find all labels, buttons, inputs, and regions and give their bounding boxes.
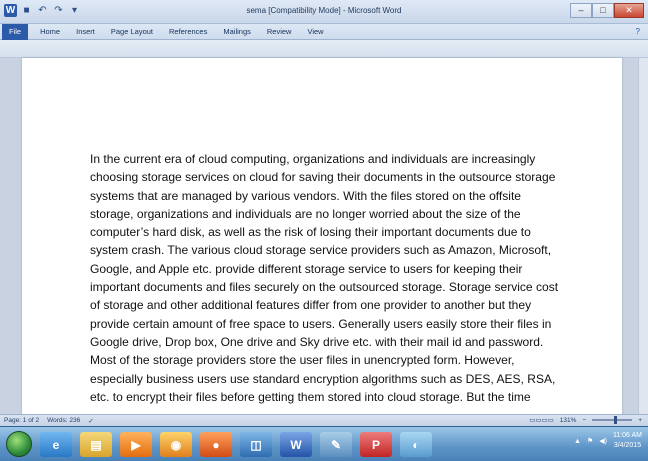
window-controls: – □ ✕ — [570, 3, 644, 18]
powerpoint-icon[interactable]: P — [360, 432, 392, 457]
internet-explorer-icon[interactable]: e — [40, 432, 72, 457]
media-player-icon[interactable]: ▶ — [120, 432, 152, 457]
tab-file[interactable]: File — [2, 24, 29, 40]
tab-review[interactable]: Review — [259, 24, 300, 40]
document-line: etc. to encrypt their files before getti… — [90, 389, 531, 404]
proofing-icon[interactable]: ✓ — [88, 417, 93, 425]
document-workspace: In the current era of cloud computing, o… — [0, 58, 648, 418]
vertical-scrollbar[interactable] — [638, 58, 648, 414]
minimize-button[interactable]: – — [570, 3, 592, 18]
close-button[interactable]: ✕ — [614, 3, 644, 18]
document-line: Most of the storage providers store the … — [90, 353, 515, 368]
page-count[interactable]: Page: 1 of 2 — [4, 417, 39, 425]
document-line: especially business users use standard e… — [90, 371, 556, 386]
flag-icon[interactable]: ⚑ — [587, 437, 593, 445]
clock-date: 3/4/2015 — [613, 442, 642, 449]
title-bar: W ■ ↶ ↷ ▾ sema [Compatibility Mode] - Mi… — [0, 0, 648, 24]
document-line: system crash. The various cloud storage … — [90, 243, 552, 258]
start-button[interactable] — [6, 431, 32, 457]
ribbon-tabs: File Home Insert Page Layout References … — [0, 24, 648, 40]
maximize-button[interactable]: □ — [592, 3, 614, 18]
tab-references[interactable]: References — [161, 24, 215, 40]
tab-view[interactable]: View — [299, 24, 331, 40]
paint-icon[interactable]: ✎ — [320, 432, 352, 457]
chrome-icon[interactable]: ◉ — [160, 432, 192, 457]
volume-icon[interactable]: ◀) — [599, 437, 607, 445]
document-line: In the current era of cloud computing, o… — [90, 152, 536, 166]
document-body[interactable]: In the current era of cloud computing, o… — [90, 150, 596, 406]
document-line: storage, organizations and individuals a… — [90, 206, 521, 221]
document-line: systems that are managed by various vend… — [90, 188, 522, 203]
network-icon[interactable]: ◫ — [240, 432, 272, 457]
document-page[interactable]: In the current era of cloud computing, o… — [22, 58, 622, 418]
zoom-slider[interactable] — [592, 416, 633, 424]
status-bar: Page: 1 of 2 Words: 236 ✓ ▭▭▭▭ 131% − + — [0, 414, 648, 426]
file-explorer-icon[interactable]: ▤ — [80, 432, 112, 457]
tray-arrow-icon[interactable]: ▲ — [574, 438, 581, 445]
document-line: choosing storage services on cloud for s… — [90, 170, 556, 185]
document-line: Google, and Apple etc. provide different… — [90, 261, 523, 276]
window-title: sema [Compatibility Mode] - Microsoft Wo… — [246, 6, 402, 15]
system-tray: ▲ ⚑ ◀) 11:06 AM 3/4/2015 — [574, 431, 642, 451]
zoom-out-icon[interactable]: − — [582, 417, 586, 424]
help-icon[interactable]: ? — [636, 27, 640, 36]
zoom-slider-thumb[interactable] — [614, 416, 618, 424]
app-icon[interactable]: ◐ — [400, 432, 432, 457]
document-line: of storage and other additional features… — [90, 298, 532, 313]
tab-page-layout[interactable]: Page Layout — [103, 24, 161, 40]
word-count[interactable]: Words: 236 — [47, 417, 80, 425]
firefox-icon[interactable]: ● — [200, 432, 232, 457]
ribbon-collapsed-band — [0, 40, 648, 58]
clock[interactable]: 11:06 AM 3/4/2015 — [613, 431, 642, 451]
word-taskbar-icon[interactable]: W — [280, 432, 312, 457]
zoom-in-icon[interactable]: + — [638, 417, 642, 424]
document-line: computer’s hard disk, as well as the ris… — [90, 225, 531, 240]
document-line: Google drive, Drop box, One drive and Sk… — [90, 334, 544, 349]
zoom-level[interactable]: 131% — [560, 417, 577, 424]
document-line: important documents and files securely o… — [90, 280, 559, 295]
tab-mailings[interactable]: Mailings — [215, 24, 259, 40]
tab-insert[interactable]: Insert — [68, 24, 103, 40]
taskbar: e ▤ ▶ ◉ ● ◫ W ✎ P ◐ ▲ ⚑ ◀) 11:06 AM 3/4/… — [0, 426, 648, 461]
clock-time: 11:06 AM — [612, 432, 642, 439]
view-buttons-icon[interactable]: ▭▭▭▭ — [529, 416, 554, 424]
document-line: provide certain amount of free space to … — [90, 316, 552, 331]
tab-home[interactable]: Home — [32, 24, 68, 40]
